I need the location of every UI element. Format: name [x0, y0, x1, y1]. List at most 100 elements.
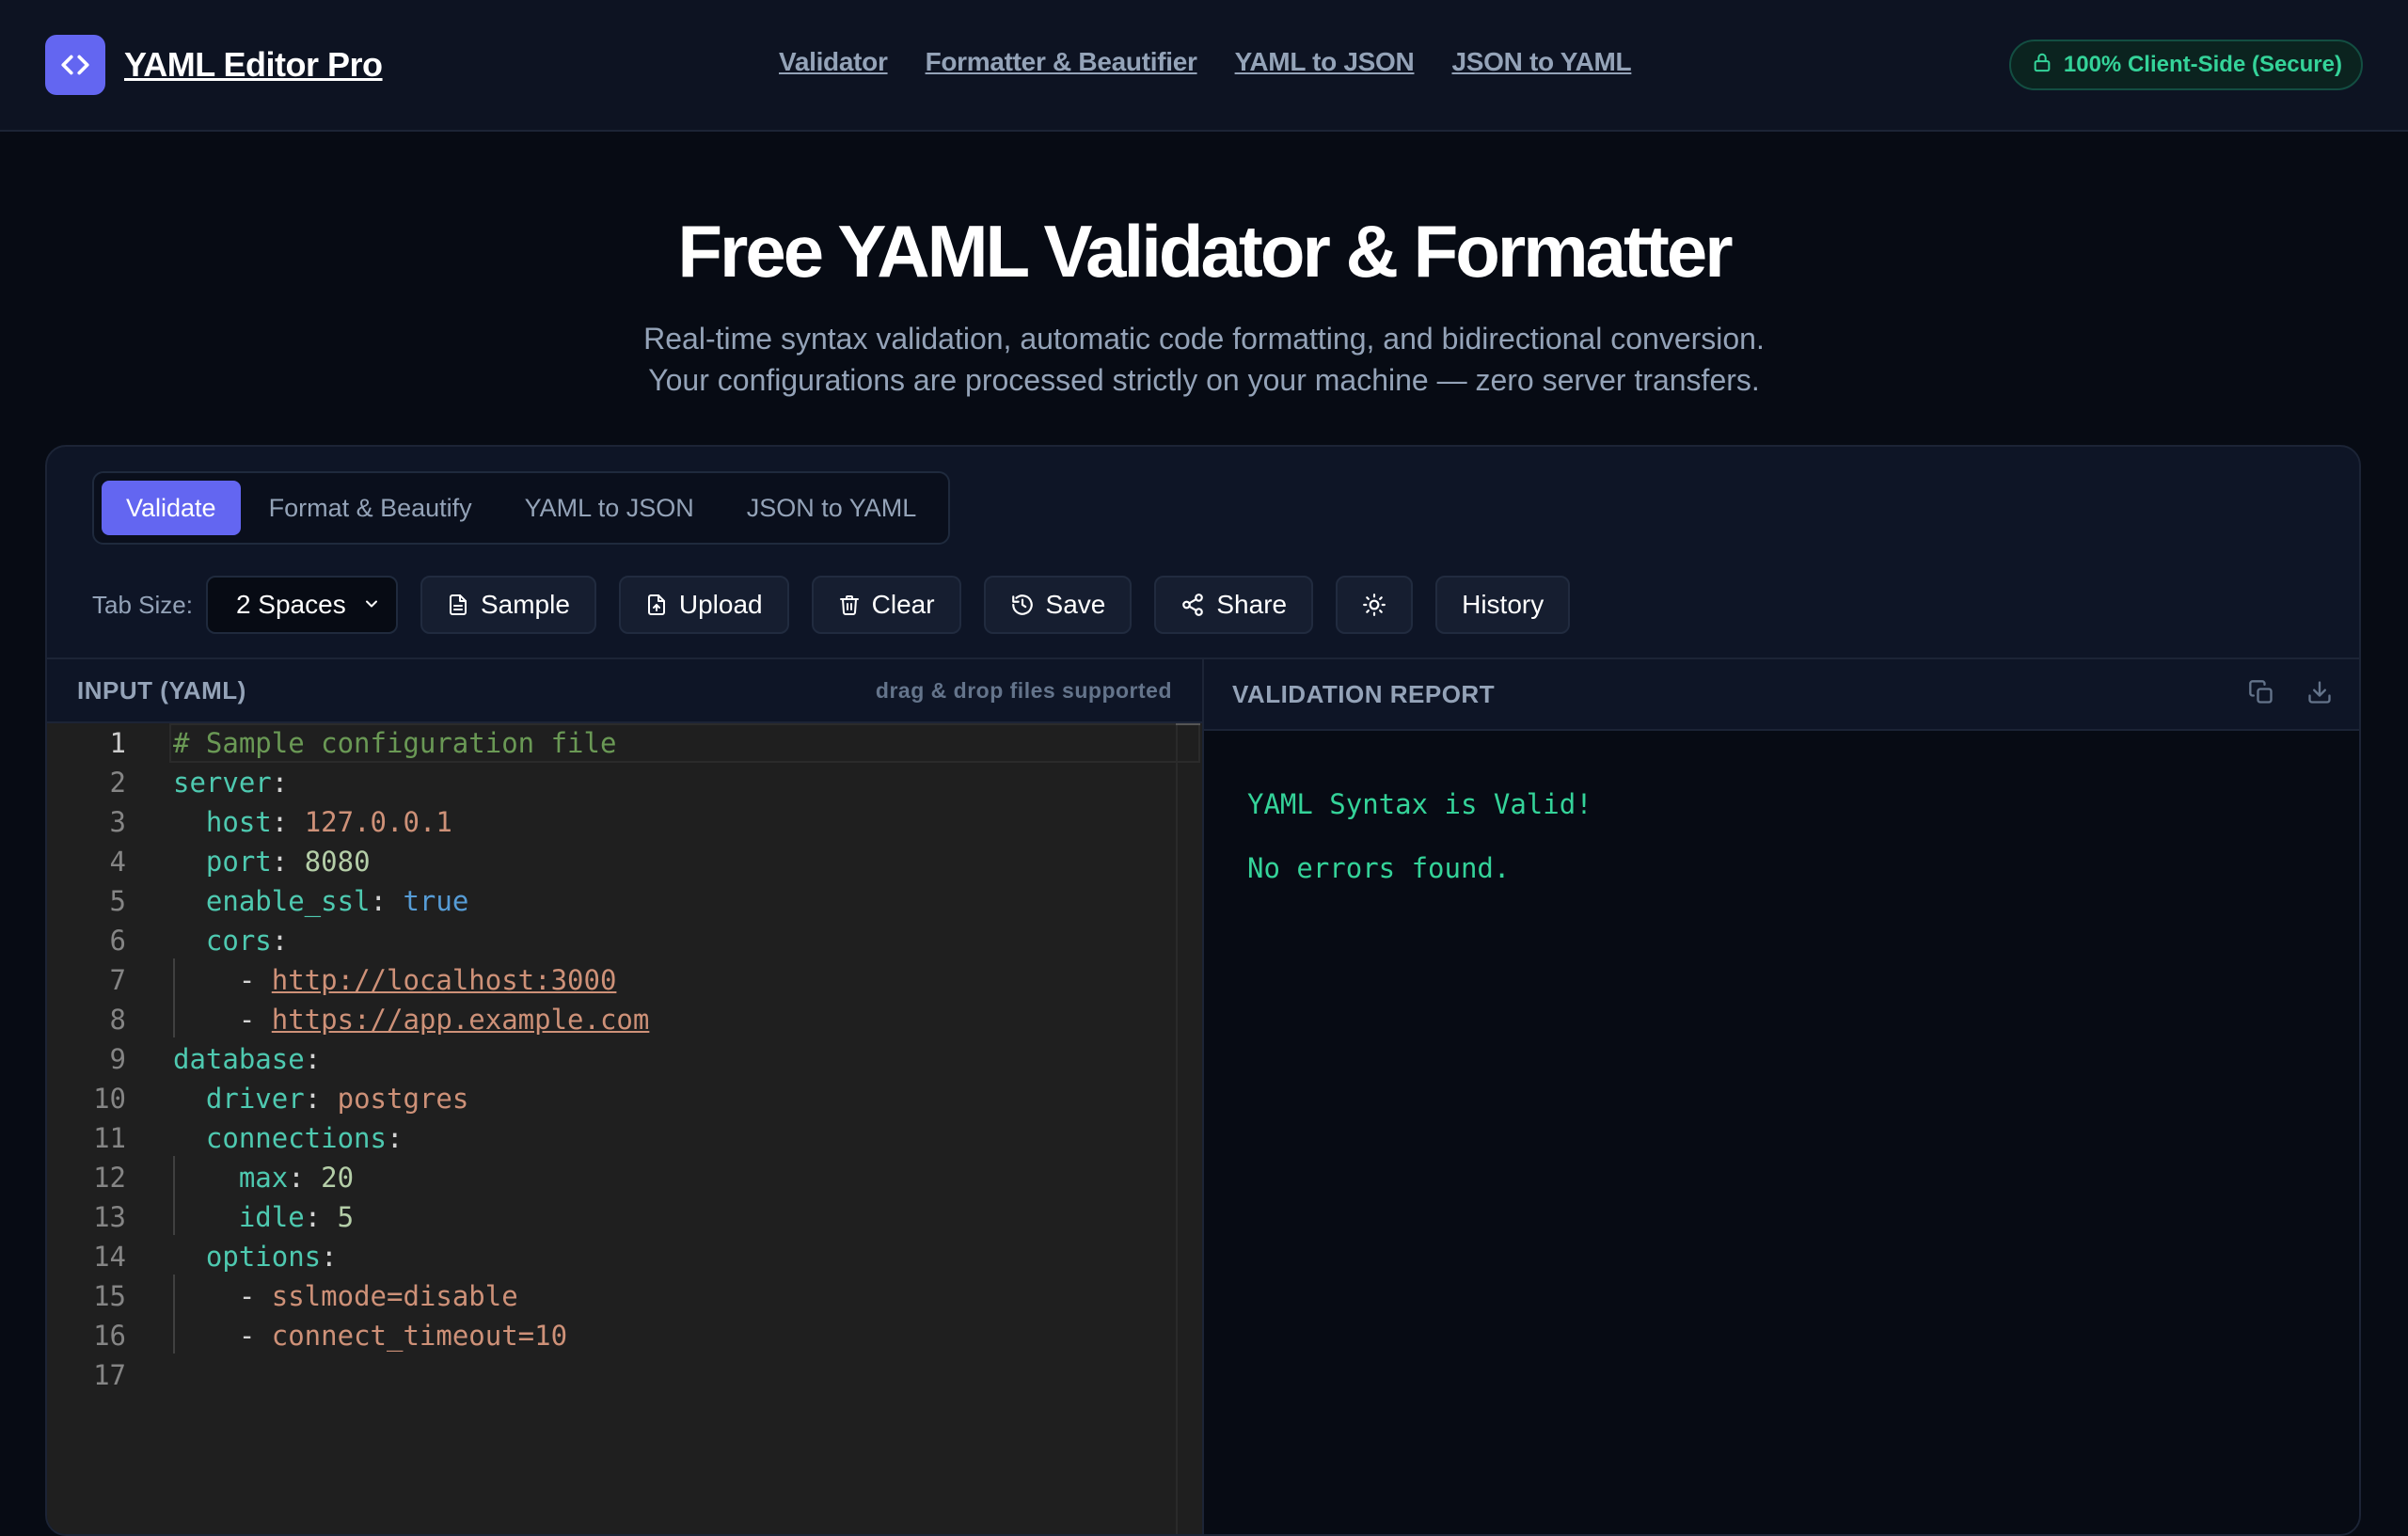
line-number: 5 — [109, 885, 126, 917]
tab-size-select[interactable]: 2 Spaces — [205, 576, 398, 634]
line-number: 4 — [109, 846, 126, 878]
chevron-down-icon — [362, 590, 381, 620]
mode-tabs: Validate Format & Beautify YAML to JSON … — [92, 471, 951, 545]
yaml-key: connections — [205, 1122, 387, 1154]
yaml-key: driver — [205, 1083, 305, 1115]
indent-guide — [173, 958, 175, 998]
share-button[interactable]: Share — [1154, 576, 1314, 634]
code-line: 6 cors: — [47, 921, 1176, 960]
report-title: VALIDATION REPORT — [1232, 679, 1496, 708]
share-icon — [1180, 593, 1205, 617]
yaml-value: 127.0.0.1 — [304, 806, 452, 838]
code-brackets-icon — [45, 35, 105, 95]
input-pane: INPUT (YAML) drag & drop files supported… — [47, 657, 1204, 1534]
yaml-value: true — [403, 885, 469, 917]
indent-guide — [173, 1275, 175, 1314]
editor-panel: Validate Format & Beautify YAML to JSON … — [45, 445, 2361, 1536]
yaml-link-value[interactable]: https://app.example.com — [272, 1004, 650, 1036]
upload-button[interactable]: Upload — [618, 576, 789, 634]
code-line: 13 idle: 5 — [47, 1196, 1176, 1237]
indent-guide — [173, 1314, 175, 1354]
indent-guide — [173, 1156, 175, 1196]
document-icon — [447, 593, 469, 617]
validation-status: YAML Syntax is Valid! — [1247, 788, 1592, 820]
report-header: VALIDATION REPORT — [1204, 659, 2359, 731]
yaml-key: enable_ssl — [205, 885, 371, 917]
yaml-value: sslmode=disable — [271, 1280, 518, 1312]
input-pane-title: INPUT (YAML) — [77, 675, 246, 705]
client-side-secure-badge: 100% Client-Side (Secure) — [2008, 40, 2363, 90]
line-number: 9 — [109, 1043, 126, 1075]
download-icon[interactable] — [2306, 679, 2333, 710]
copy-icon[interactable] — [2248, 679, 2274, 710]
code-line: 9 database: — [47, 1039, 1176, 1079]
validation-report-pane: VALIDATION REPORT YAML Syntax is Valid! … — [1204, 657, 2359, 1534]
line-number: 12 — [93, 1162, 126, 1194]
nav-link-formatter[interactable]: Formatter & Beautifier — [926, 47, 1197, 77]
yaml-value: connect_timeout=10 — [271, 1320, 568, 1352]
tab-size-value: 2 Spaces — [235, 590, 346, 619]
yaml-key: idle — [238, 1201, 305, 1233]
yaml-key: options — [205, 1241, 322, 1273]
tab-json-to-yaml[interactable]: JSON to YAML — [722, 481, 942, 535]
indent-guide — [173, 1196, 175, 1235]
yaml-value: postgres — [337, 1083, 469, 1115]
nav-link-yaml-to-json[interactable]: YAML to JSON — [1235, 47, 1415, 77]
line-number: 13 — [93, 1201, 126, 1233]
drag-drop-hint: drag & drop files supported — [875, 677, 1172, 703]
line-number: 8 — [109, 1004, 126, 1036]
yaml-code-editor[interactable]: 1 # Sample configuration file 2 server: … — [47, 723, 1202, 1534]
line-number: 10 — [93, 1083, 126, 1115]
line-number: 11 — [93, 1122, 126, 1154]
page-subtitle-line-1: Real-time syntax validation, automatic c… — [643, 322, 1765, 356]
toolbar: Tab Size: 2 Spaces Sample Upload Clear S… — [92, 575, 1571, 635]
page-subtitle-line-2: Your configurations are processed strict… — [648, 363, 1760, 397]
nav-link-validator[interactable]: Validator — [779, 47, 888, 77]
code-line: 10 driver: postgres — [47, 1079, 1176, 1118]
nav-link-json-to-yaml[interactable]: JSON to YAML — [1451, 47, 1631, 77]
share-button-label: Share — [1216, 590, 1288, 619]
main-nav: Validator Formatter & Beautifier YAML to… — [779, 47, 1632, 77]
yaml-value: 8080 — [304, 846, 371, 878]
lock-icon — [2032, 51, 2052, 80]
brand[interactable]: YAML Editor Pro — [45, 35, 383, 95]
line-number: 7 — [109, 964, 126, 996]
yaml-value: 5 — [337, 1201, 355, 1233]
line-number: 1 — [109, 727, 126, 759]
page-subtitle: Real-time syntax validation, automatic c… — [0, 318, 2408, 401]
brand-name[interactable]: YAML Editor Pro — [124, 45, 383, 85]
sun-icon — [1362, 593, 1386, 617]
code-line: 5 enable_ssl: true — [47, 881, 1176, 921]
yaml-comment: # Sample configuration file — [173, 727, 617, 759]
yaml-link-value[interactable]: http://localhost:3000 — [272, 964, 617, 996]
history-button-label: History — [1462, 590, 1545, 619]
sample-button[interactable]: Sample — [420, 576, 596, 634]
tab-format-beautify[interactable]: Format & Beautify — [245, 481, 497, 535]
report-output: YAML Syntax is Valid! No errors found. — [1204, 731, 2359, 1534]
code-line: 2 server: — [47, 763, 1176, 802]
history-clock-icon — [1010, 593, 1035, 617]
yaml-key: max — [238, 1162, 289, 1194]
top-navigation-bar: YAML Editor Pro Validator Formatter & Be… — [0, 0, 2408, 132]
code-line: 4 port: 8080 — [47, 842, 1176, 881]
file-upload-icon — [645, 593, 668, 617]
code-line: 17 — [47, 1355, 1176, 1395]
tab-validate[interactable]: Validate — [102, 481, 241, 535]
save-button[interactable]: Save — [983, 576, 1133, 634]
indent-guide — [173, 998, 175, 1037]
code-line: 16 - connect_timeout=10 — [47, 1314, 1176, 1355]
tab-yaml-to-json[interactable]: YAML to JSON — [500, 481, 719, 535]
editor-scrollbar[interactable] — [1176, 723, 1200, 1534]
line-number: 16 — [93, 1320, 126, 1352]
code-line: 12 max: 20 — [47, 1156, 1176, 1197]
history-button[interactable]: History — [1435, 576, 1571, 634]
theme-toggle-button[interactable] — [1336, 576, 1414, 634]
code-line: 7 - http://localhost:3000 — [47, 958, 1176, 1000]
tab-size-label: Tab Size: — [92, 590, 193, 619]
yaml-value: 20 — [321, 1162, 355, 1194]
code-line: 14 options: — [47, 1237, 1176, 1276]
code-line: 11 connections: — [47, 1118, 1176, 1158]
validation-detail: No errors found. — [1247, 852, 1511, 884]
trash-icon — [838, 593, 861, 617]
clear-button[interactable]: Clear — [811, 576, 961, 634]
